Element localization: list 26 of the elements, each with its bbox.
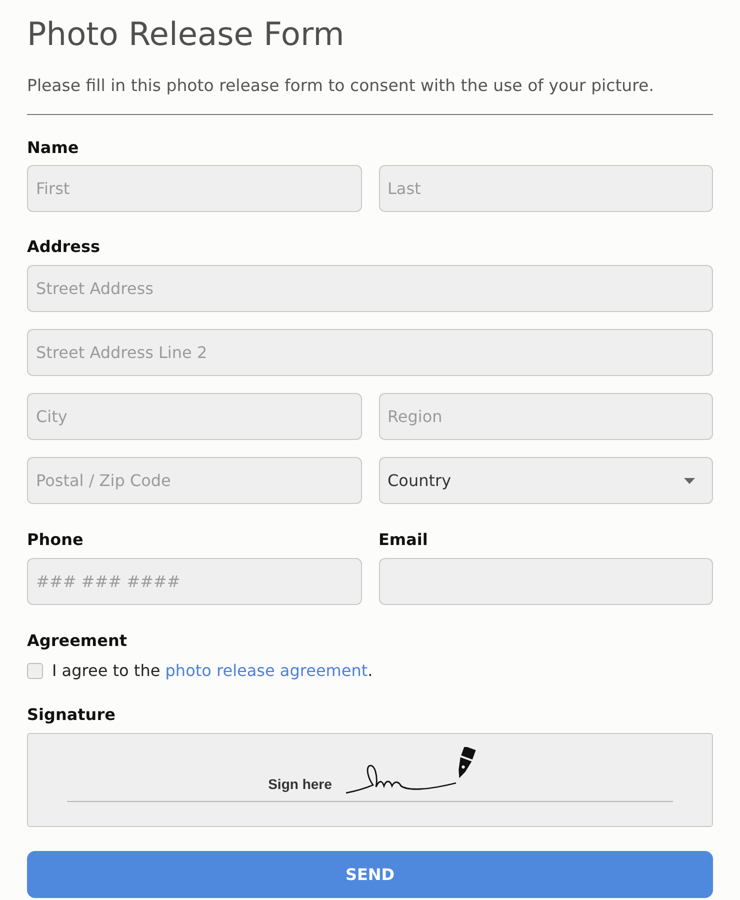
field-label: Agreement	[27, 631, 128, 651]
input-field[interactable]: City	[27, 393, 362, 440]
input-field[interactable]: Street Address	[27, 265, 713, 312]
input-field[interactable]: Last	[378, 165, 713, 212]
sign-here-text: Sign here	[268, 775, 332, 793]
input-field[interactable]	[378, 558, 713, 605]
input-field[interactable]: ### ### ####	[27, 558, 362, 605]
pen-signature-icon	[346, 747, 476, 795]
field-label: Signature	[27, 705, 116, 725]
send-button[interactable]: SEND	[27, 851, 713, 898]
form-description: Please fill in this photo release form to consent with the use of your picture.	[27, 76, 655, 96]
input-field[interactable]: Street Address Line 2	[27, 329, 713, 376]
dropdown-field[interactable]: Country	[378, 457, 713, 504]
agreement-text: I agree to the photo release agreement.	[52, 661, 373, 681]
form-title: Photo Release Form	[27, 14, 346, 54]
field-label: Name	[27, 138, 80, 158]
field-label: Address	[27, 237, 102, 257]
caret-icon	[684, 478, 695, 484]
agreement-link[interactable]: photo release agreement	[165, 661, 368, 680]
field-label: Email	[378, 530, 429, 550]
field-label: Phone	[27, 530, 84, 550]
input-field[interactable]: Region	[378, 393, 713, 440]
checkbox[interactable]	[27, 663, 43, 679]
signature-pad[interactable]: Sign here	[27, 733, 713, 827]
input-field[interactable]: First	[27, 165, 362, 212]
input-field[interactable]: Postal / Zip Code	[27, 457, 362, 504]
